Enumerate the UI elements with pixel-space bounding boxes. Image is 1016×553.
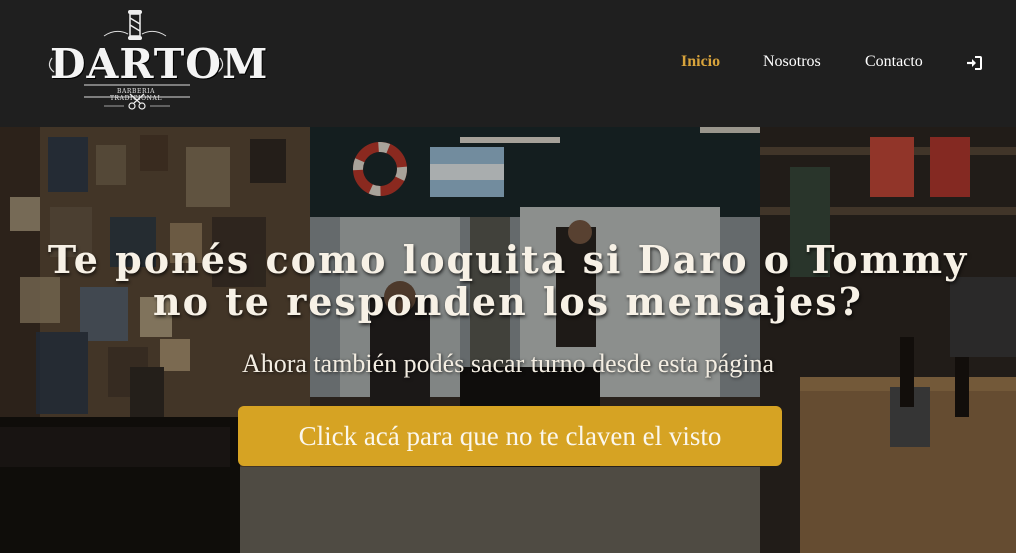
- hero-overlay: [0, 127, 1016, 553]
- brand-tagline: BARBERIA TRADICIONAL: [109, 88, 163, 102]
- hero-subtitle: Ahora también podés sacar turno desde es…: [241, 349, 775, 378]
- hero-title: Te ponés como loquita si Daro o Tommy no…: [0, 239, 1016, 323]
- navbar: DARTOM BARBERIA TRADICIONAL Inicio Nosot…: [0, 0, 1016, 127]
- brand-logo[interactable]: DARTOM BARBERIA TRADICIONAL: [44, 6, 269, 122]
- nav-link-contacto[interactable]: Contacto: [865, 53, 923, 71]
- hero-title-line-1: Te ponés como loquita si Daro o Tommy: [47, 237, 969, 282]
- sign-in-icon[interactable]: [965, 55, 983, 71]
- book-appointment-button[interactable]: Click acá para que no te claven el visto: [238, 406, 782, 466]
- hero-title-line-2: no te responden los mensajes?: [153, 279, 863, 324]
- hero-section: Te ponés como loquita si Daro o Tommy no…: [0, 127, 1016, 553]
- nav-link-nosotros[interactable]: Nosotros: [763, 53, 821, 71]
- brand-name: DARTOM: [50, 40, 269, 88]
- nav-link-inicio[interactable]: Inicio: [681, 53, 720, 71]
